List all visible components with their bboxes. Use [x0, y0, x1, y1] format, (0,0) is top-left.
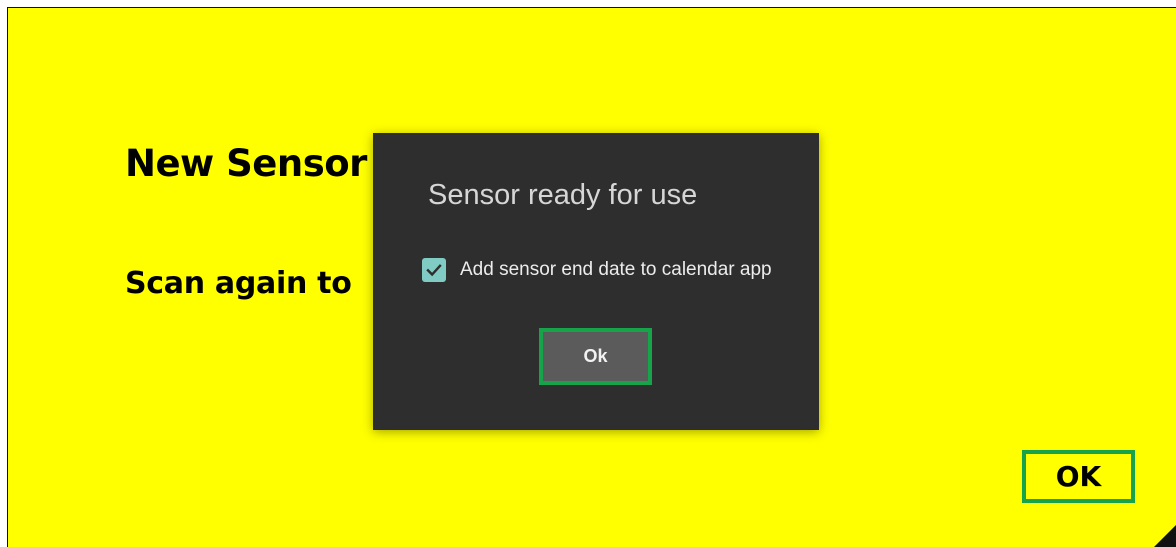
background-title: New Sensor [125, 142, 367, 185]
calendar-checkbox-row[interactable]: Add sensor end date to calendar app [422, 258, 772, 282]
calendar-checkbox-label: Add sensor end date to calendar app [460, 259, 772, 280]
sensor-ready-dialog: Sensor ready for use Add sensor end date… [373, 133, 819, 430]
checkmark-icon [426, 264, 442, 277]
calendar-checkbox[interactable] [422, 258, 446, 282]
background-ok-button[interactable]: OK [1022, 450, 1135, 503]
app-screen: New Sensor Scan again to OK Sensor ready… [7, 7, 1176, 547]
screen-corner [1154, 525, 1176, 547]
dialog-title: Sensor ready for use [428, 179, 698, 211]
background-subtitle: Scan again to [125, 266, 352, 301]
dialog-ok-button[interactable]: Ok [539, 328, 652, 385]
